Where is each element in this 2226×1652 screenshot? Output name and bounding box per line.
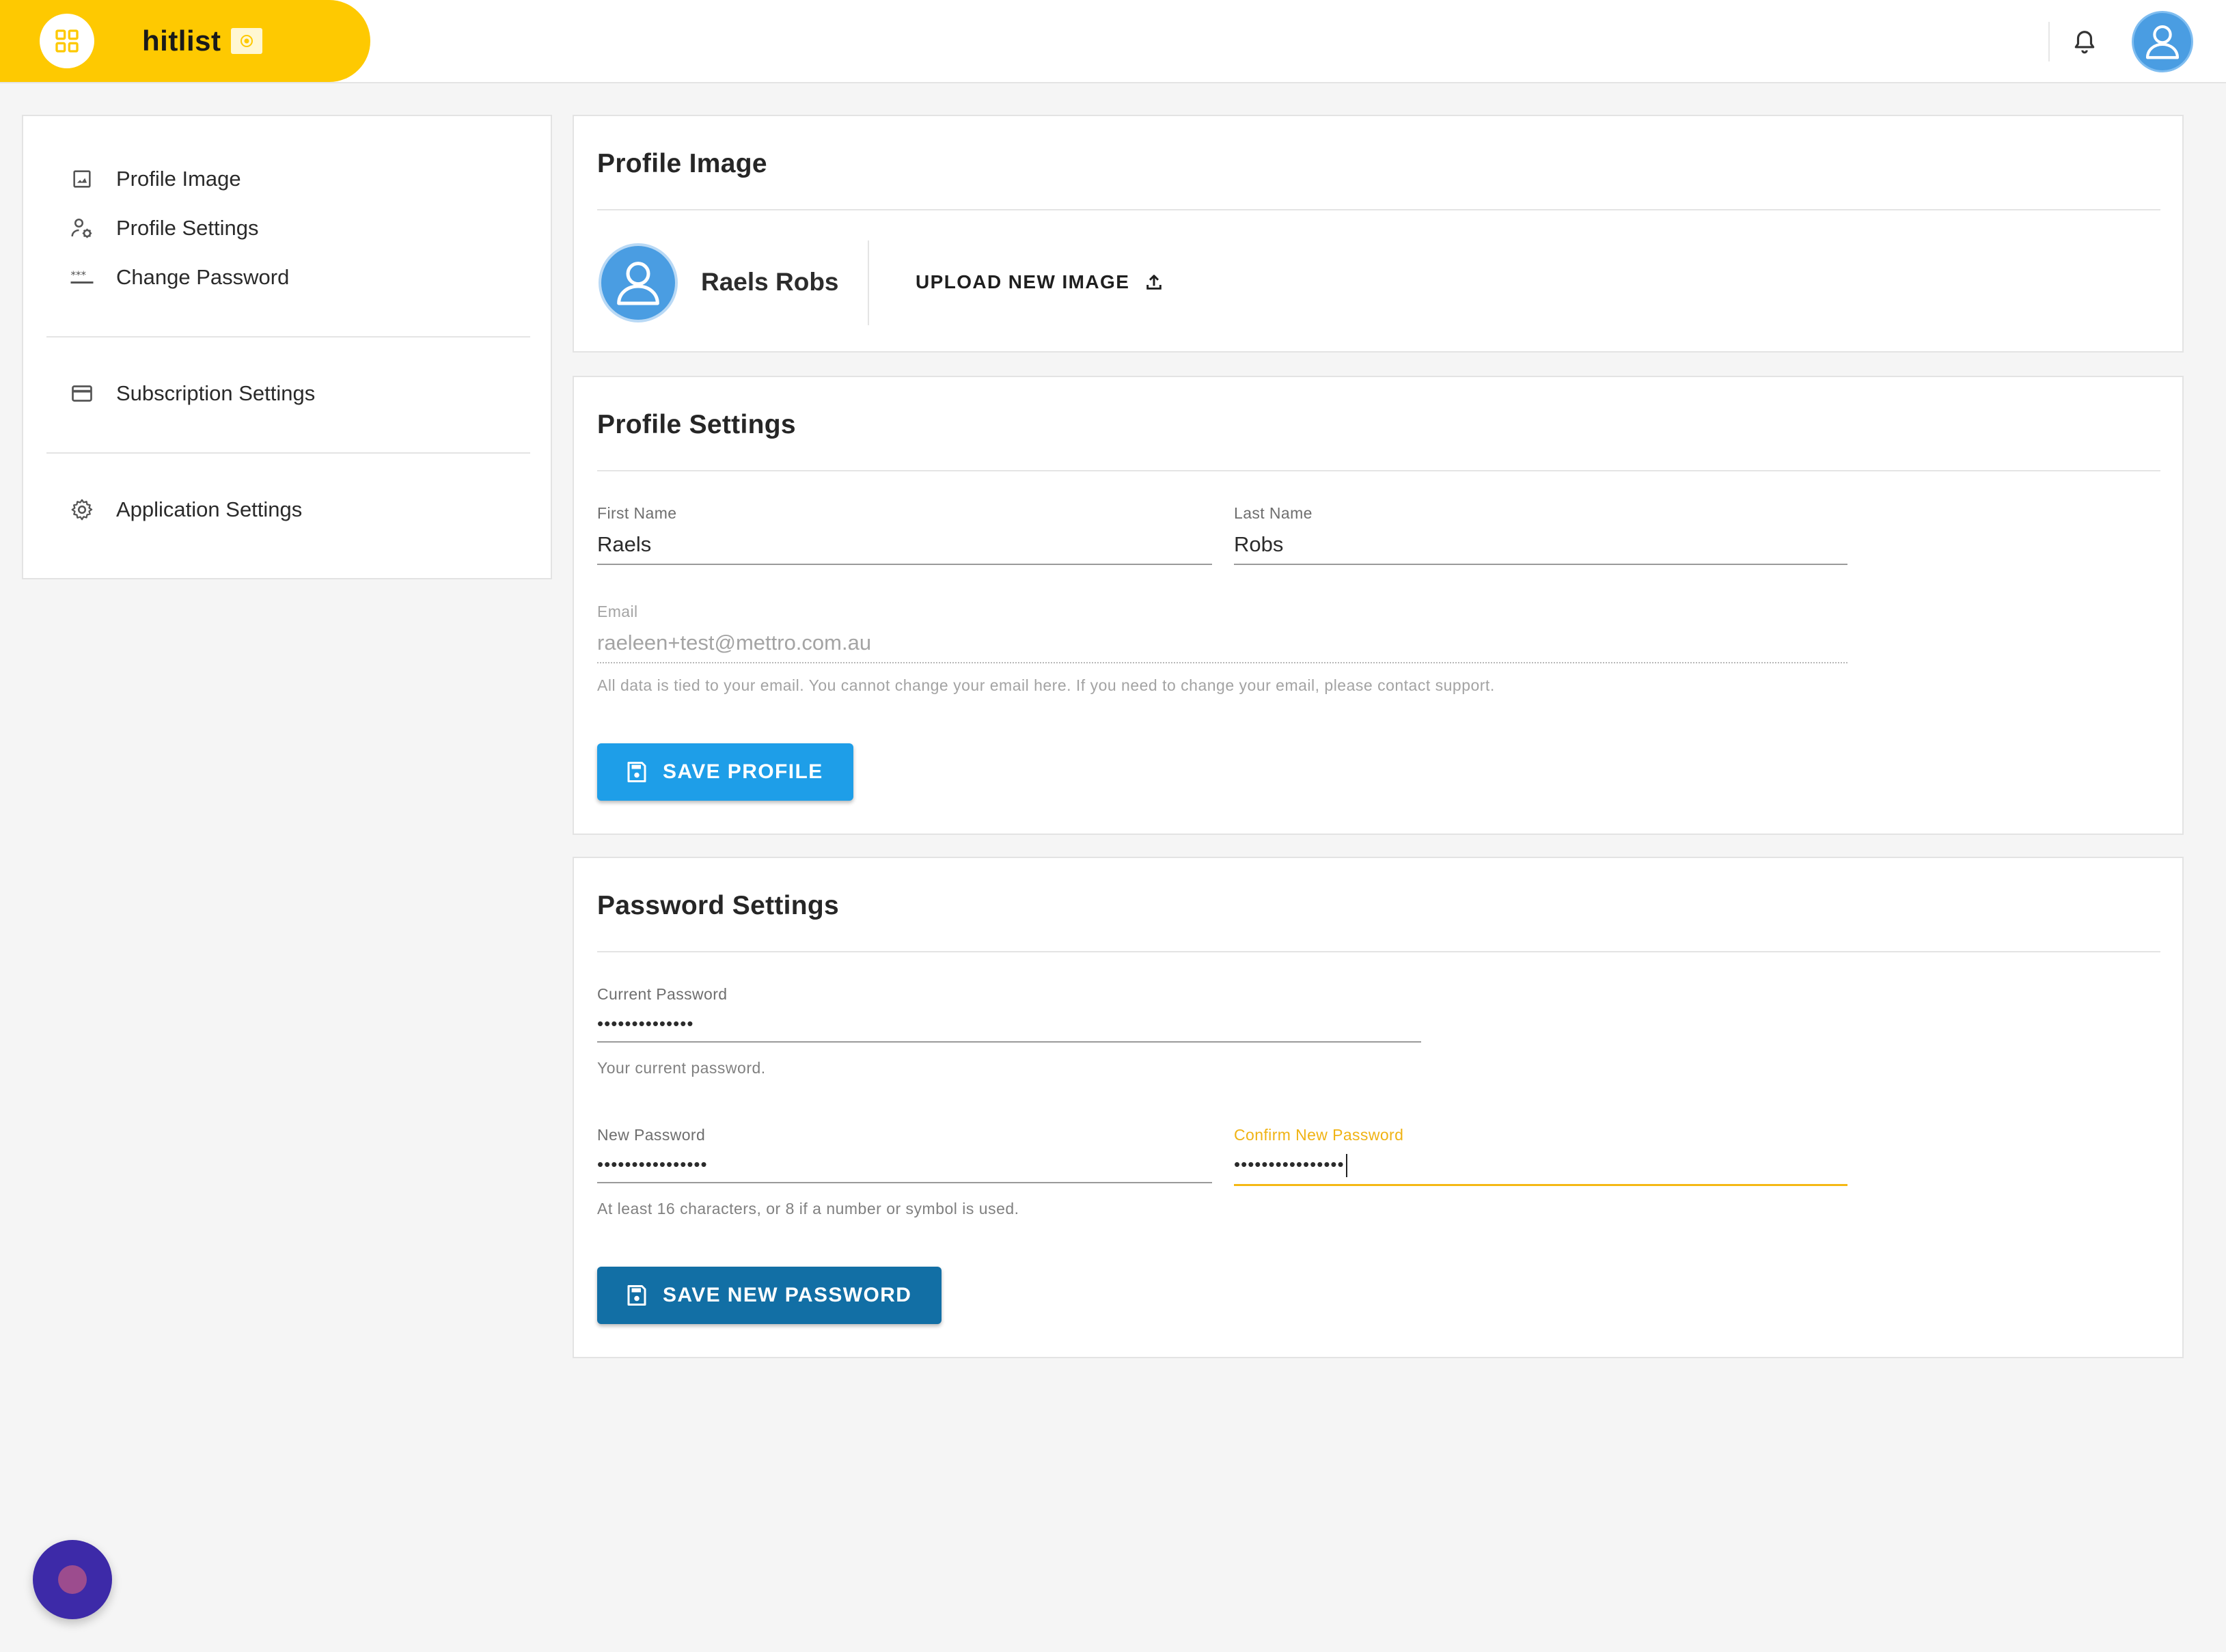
save-profile-button[interactable]: SAVE PROFILE — [597, 743, 853, 801]
credit-card-icon — [68, 380, 96, 407]
new-password-hint: At least 16 characters, or 8 if a number… — [597, 1200, 1019, 1217]
current-password-label: Current Password — [597, 985, 728, 1003]
first-name-field: First Name — [597, 504, 1212, 565]
gear-icon — [68, 496, 96, 523]
card-divider — [597, 470, 2160, 471]
sidebar-item-label: Application Settings — [116, 497, 303, 521]
vertical-divider — [868, 240, 869, 325]
card-divider — [597, 209, 2160, 210]
chat-widget-button[interactable] — [33, 1540, 112, 1619]
record-icon — [231, 28, 262, 54]
email-input — [597, 625, 1847, 663]
sidebar-item-label: Profile Image — [116, 167, 241, 191]
sidebar-item-change-password[interactable]: *** Change Password — [68, 257, 289, 298]
confirm-password-input[interactable]: •••••••••••••••• — [1234, 1148, 1847, 1187]
new-password-label: New Password — [597, 1126, 706, 1144]
user-avatar-icon[interactable] — [2132, 11, 2193, 72]
confirm-password-field: Confirm New Password •••••••••••••••• — [1234, 1126, 1847, 1187]
last-name-field: Last Name — [1234, 504, 1847, 565]
email-field: Email — [597, 603, 1847, 663]
sidebar-item-label: Change Password — [116, 265, 290, 289]
profile-user-name: Raels Robs — [701, 268, 839, 296]
svg-text:***: *** — [71, 269, 87, 281]
save-profile-label: SAVE PROFILE — [663, 760, 823, 783]
app-name[interactable]: hitlist — [142, 20, 221, 61]
save-new-password-button[interactable]: SAVE NEW PASSWORD — [597, 1267, 942, 1324]
profile-image-title: Profile Image — [597, 149, 767, 178]
sidebar-item-application-settings[interactable]: Application Settings — [68, 489, 302, 530]
brand-pill: hitlist — [0, 0, 370, 82]
confirm-password-label: Confirm New Password — [1234, 1126, 1404, 1144]
floppy-disk-icon — [623, 1282, 650, 1309]
current-password-input[interactable]: •••••••••••••• — [597, 1008, 1421, 1043]
password-settings-card: Password Settings Current Password •••••… — [573, 857, 2184, 1358]
save-new-password-label: SAVE NEW PASSWORD — [663, 1284, 912, 1306]
sidebar-divider — [46, 336, 530, 338]
header-divider — [2048, 22, 2050, 61]
sidebar-item-subscription-settings[interactable]: Subscription Settings — [68, 373, 315, 414]
profile-image-card: Profile Image Raels Robs UPLOAD NEW IMAG… — [573, 115, 2184, 353]
chat-bubble-icon — [58, 1565, 87, 1594]
grid-icon[interactable] — [40, 14, 94, 68]
sidebar-item-profile-image[interactable]: Profile Image — [68, 159, 241, 199]
current-password-hint: Your current password. — [597, 1059, 766, 1077]
first-name-input[interactable] — [597, 527, 1212, 565]
image-icon — [68, 165, 96, 193]
password-icon: *** — [68, 264, 96, 291]
new-password-field: New Password •••••••••••••••• — [597, 1126, 1212, 1183]
sidebar-divider — [46, 452, 530, 454]
profile-settings-card: Profile Settings First Name Last Name Em… — [573, 376, 2184, 835]
top-bar: hitlist — [0, 0, 2226, 83]
profile-settings-title: Profile Settings — [597, 410, 796, 439]
email-label: Email — [597, 603, 638, 620]
new-password-input[interactable]: •••••••••••••••• — [597, 1148, 1212, 1183]
user-avatar-icon — [599, 243, 678, 322]
sidebar-item-label: Subscription Settings — [116, 381, 316, 405]
floppy-disk-icon — [623, 758, 650, 786]
last-name-label: Last Name — [1234, 504, 1313, 522]
email-hint: All data is tied to your email. You cann… — [597, 676, 1495, 694]
sidebar-item-label: Profile Settings — [116, 216, 259, 240]
card-divider — [597, 951, 2160, 952]
upload-button-label: UPLOAD NEW IMAGE — [916, 271, 1130, 292]
confirm-password-value: •••••••••••••••• — [1234, 1154, 1345, 1174]
password-settings-title: Password Settings — [597, 891, 840, 920]
settings-sidebar: Profile Image Profile Settings *** Chang… — [22, 115, 552, 579]
upload-new-image-button[interactable]: UPLOAD NEW IMAGE — [916, 266, 1166, 298]
current-password-field: Current Password •••••••••••••• — [597, 985, 1421, 1043]
sidebar-item-profile-settings[interactable]: Profile Settings — [68, 208, 259, 249]
text-cursor — [1345, 1154, 1347, 1178]
bell-icon[interactable] — [2069, 26, 2100, 57]
first-name-label: First Name — [597, 504, 677, 522]
user-settings-icon — [68, 215, 96, 242]
last-name-input[interactable] — [1234, 527, 1847, 565]
upload-icon — [1142, 270, 1166, 294]
